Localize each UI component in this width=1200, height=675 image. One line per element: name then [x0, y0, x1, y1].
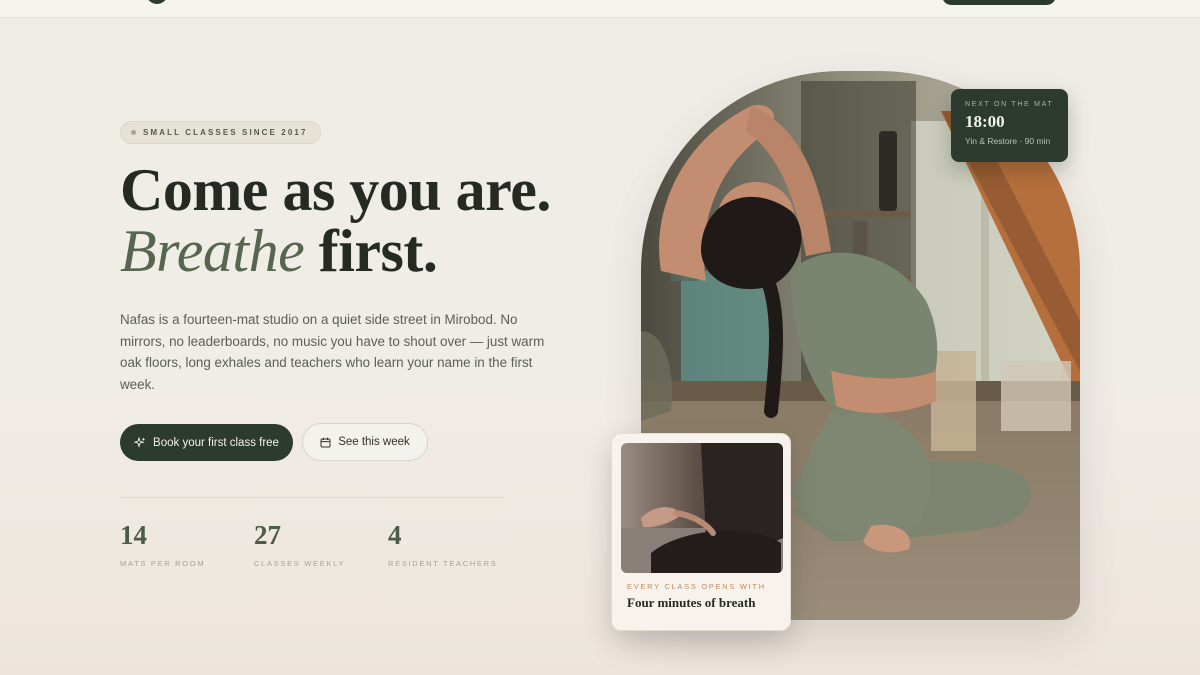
stat-label: CLASSES WEEKLY	[254, 559, 346, 568]
polaroid-title: Four minutes of breath	[627, 595, 756, 610]
stat-teachers: 4 RESIDENT TEACHERS	[388, 520, 497, 568]
sparkle-icon	[134, 436, 146, 448]
hero-headline: Come as you are. Breathe first.	[120, 160, 640, 282]
stat-value: 4	[388, 520, 402, 550]
meditation-image	[621, 443, 783, 573]
next-class-time: 18:00	[965, 112, 1005, 131]
headline-line-2: Breathe first.	[120, 221, 640, 282]
book-first-class-button[interactable]: Book your first class free	[120, 424, 293, 461]
next-class-card[interactable]: NEXT ON THE MAT 18:00 Yin & Restore · 90…	[951, 89, 1068, 162]
stat-label: MATS PER ROOM	[120, 559, 206, 568]
stat-classes: 27 CLASSES WEEKLY	[254, 520, 345, 568]
next-class-details: Yin & Restore · 90 min	[965, 136, 1051, 146]
stats-divider	[120, 497, 504, 498]
logo[interactable]	[146, 0, 168, 4]
headline-end: first.	[304, 218, 438, 284]
badge-dot-icon	[131, 130, 136, 135]
next-class-kicker: NEXT ON THE MAT	[965, 101, 1054, 108]
stat-value: 14	[120, 520, 147, 550]
headline-italic-word: Breathe	[120, 218, 305, 284]
see-this-week-label: See this week	[338, 436, 410, 448]
top-navigation-bar	[0, 0, 1200, 18]
see-this-week-button[interactable]: See this week	[302, 423, 428, 461]
hero-intro: Nafas is a fourteen-mat studio on a quie…	[120, 312, 545, 392]
calendar-icon	[320, 437, 331, 447]
meditation-photo	[621, 443, 783, 573]
breath-polaroid-card: EVERY CLASS OPENS WITH Four minutes of b…	[611, 433, 791, 631]
badge-label: SMALL CLASSES SINCE 2017	[143, 128, 308, 137]
nav-book-button[interactable]	[942, 0, 1056, 5]
stat-value: 27	[254, 520, 281, 550]
polaroid-kicker: EVERY CLASS OPENS WITH	[627, 582, 766, 591]
since-badge: SMALL CLASSES SINCE 2017	[120, 121, 321, 144]
stat-mats: 14 MATS PER ROOM	[120, 520, 205, 568]
stat-label: RESIDENT TEACHERS	[388, 559, 498, 568]
headline-line-1: Come as you are.	[120, 157, 551, 223]
book-first-class-label: Book your first class free	[153, 436, 279, 449]
